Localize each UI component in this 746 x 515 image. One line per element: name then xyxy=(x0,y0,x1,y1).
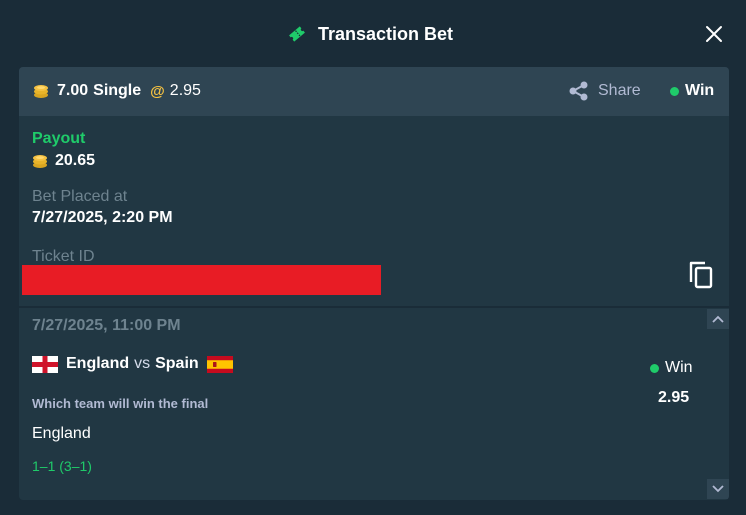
modal-header: Transaction Bet xyxy=(0,0,746,68)
selection-name: England xyxy=(32,425,91,442)
spain-flag-icon xyxy=(206,355,233,373)
share-button[interactable]: Share xyxy=(568,79,641,103)
vs-label: vs xyxy=(134,355,151,372)
scroll-down-button[interactable] xyxy=(707,479,729,499)
share-icon xyxy=(569,81,588,101)
status-dot-icon xyxy=(650,363,659,373)
placed-label: Bet Placed at xyxy=(32,188,128,205)
share-label: Share xyxy=(598,82,641,99)
bet-status: Win xyxy=(670,81,714,101)
scroll-up-button[interactable] xyxy=(707,309,729,329)
market-name: Which team will win the final xyxy=(32,396,209,411)
ticket-icon xyxy=(289,26,305,42)
modal-title: Transaction Bet xyxy=(318,23,454,44)
match-score: 1–1 (3–1) xyxy=(32,458,92,474)
bet-card-header: 7.00 Single @ 2.95 Share Win xyxy=(19,67,729,116)
chevron-up-icon xyxy=(712,315,724,323)
away-team: Spain xyxy=(155,355,199,372)
payout-value: 20.65 xyxy=(55,152,96,169)
event-status-label: Win xyxy=(665,359,693,376)
section-divider xyxy=(19,306,729,308)
scrollbar[interactable] xyxy=(707,308,729,500)
at-symbol: @ xyxy=(150,82,165,100)
close-icon xyxy=(706,26,722,42)
payout-label: Payout xyxy=(32,130,86,147)
bet-type: Single xyxy=(93,82,142,99)
copy-icon xyxy=(689,261,713,289)
bet-status-label: Win xyxy=(685,82,715,99)
copy-button[interactable] xyxy=(687,260,715,290)
ticket-label: Ticket ID xyxy=(32,248,95,265)
ticket-id-redaction xyxy=(22,265,381,295)
event-datetime: 7/27/2025, 11:00 PM xyxy=(32,317,181,334)
bet-odds: 2.95 xyxy=(169,82,201,99)
stake-summary: 7.00 Single @ 2.95 xyxy=(33,81,201,101)
status-dot-icon xyxy=(670,86,679,96)
payout-value-row: 20.65 xyxy=(32,151,95,171)
match-row[interactable]: England vs Spain xyxy=(32,353,233,375)
event-odds: 2.95 xyxy=(658,389,690,406)
home-team: England xyxy=(66,355,130,372)
event-status: Win xyxy=(650,358,693,378)
close-button[interactable] xyxy=(702,22,726,46)
england-flag-icon xyxy=(32,355,58,373)
coin-icon xyxy=(33,155,47,168)
chevron-down-icon xyxy=(712,485,724,493)
bet-card: 7.00 Single @ 2.95 Share Win Payout 20.6… xyxy=(19,67,729,500)
stake-amount: 7.00 xyxy=(57,82,89,99)
modal-title-wrap: Transaction Bet xyxy=(287,22,453,46)
placed-value: 7/27/2025, 2:20 PM xyxy=(32,209,173,226)
coin-icon xyxy=(34,85,48,98)
